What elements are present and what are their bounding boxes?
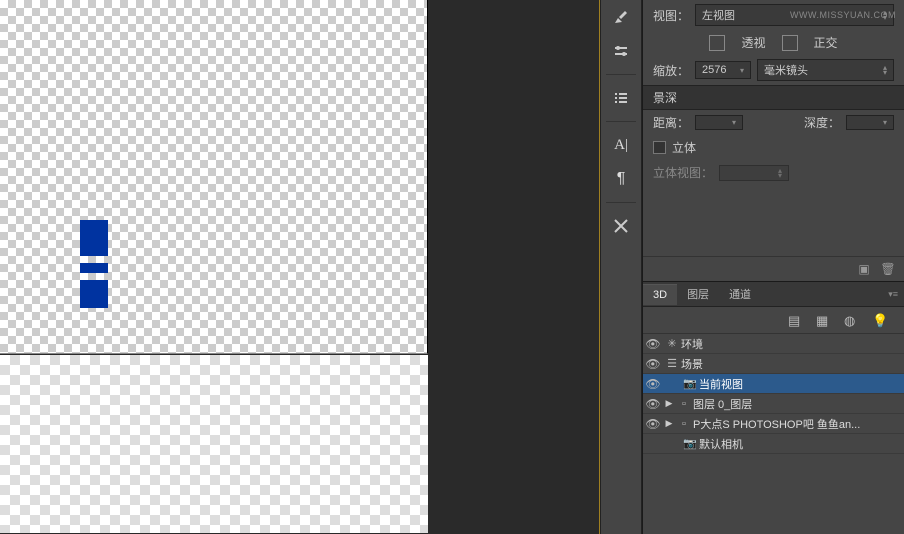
blue-block-3 bbox=[80, 280, 108, 308]
depth-label: 深度： bbox=[804, 114, 840, 131]
tree-label: 默认相机 bbox=[699, 436, 743, 452]
perspective-cube-icon[interactable] bbox=[709, 35, 725, 51]
caret-down-icon: ▾ bbox=[732, 118, 736, 127]
filter-light-icon[interactable]: 💡 bbox=[872, 313, 886, 327]
render-icon[interactable]: ▣ bbox=[856, 261, 872, 277]
tree-row-layer0[interactable]: 👁 ▶ ▫ 图层 0_图层 bbox=[643, 394, 904, 414]
depth-dropdown[interactable]: ▾ bbox=[846, 115, 894, 130]
tree-label: P大点S PHOTOSHOP吧 鱼鱼an... bbox=[693, 416, 860, 432]
lens-dropdown[interactable]: 毫米镜头 ▴▾ bbox=[757, 59, 894, 81]
tree-row-environment[interactable]: 👁 ✳ 环境 bbox=[643, 334, 904, 354]
stereo-checkbox[interactable] bbox=[653, 141, 666, 154]
tree-row-pbig[interactable]: 👁 ▶ ▫ P大点S PHOTOSHOP吧 鱼鱼an... bbox=[643, 414, 904, 434]
tools-crossed-icon[interactable] bbox=[605, 213, 637, 239]
ortho-cube-icon[interactable] bbox=[782, 35, 798, 51]
paragraph-panel-icon[interactable]: ¶ bbox=[605, 166, 637, 192]
projection-row: 透视 正交 bbox=[643, 30, 904, 55]
properties-panel: WWW.MISSYUAN.COM 视图： 左视图 ▴▾ 透视 正交 缩放： 25… bbox=[643, 0, 904, 282]
visibility-eye-icon[interactable]: 👁 bbox=[643, 357, 663, 371]
vertical-toolbar: A| ¶ bbox=[600, 0, 642, 534]
tab-channels[interactable]: 通道 bbox=[719, 282, 761, 306]
camera-icon: 📷 bbox=[681, 437, 699, 450]
zoom-label: 缩放： bbox=[653, 62, 689, 79]
visibility-eye-icon[interactable]: 👁 bbox=[643, 377, 663, 391]
filter-mesh-icon[interactable]: ▦ bbox=[816, 313, 830, 327]
perspective-label: 透视 bbox=[741, 34, 765, 51]
panel-tabs: 3D 图层 通道 ▾≡ bbox=[643, 282, 904, 307]
stereo-view-label: 立体视图： bbox=[653, 164, 713, 181]
view-value: 左视图 bbox=[702, 7, 735, 23]
trash-icon[interactable]: 🗑 bbox=[880, 261, 896, 277]
lens-value: 毫米镜头 bbox=[764, 62, 808, 78]
layer-filter-toolbar: ▤ ▦ ◍ 💡 bbox=[643, 307, 904, 334]
view-label: 视图： bbox=[653, 7, 689, 24]
layers-3d-panel: 3D 图层 通道 ▾≡ ▤ ▦ ◍ 💡 👁 ✳ 环境 👁 ☰ 场景 👁 bbox=[643, 282, 904, 534]
filter-scene-icon[interactable]: ▤ bbox=[788, 313, 802, 327]
mesh-icon: ▫ bbox=[675, 398, 693, 410]
canvas-area[interactable] bbox=[0, 0, 600, 534]
tree-row-current-view[interactable]: 👁 📷 当前视图 bbox=[643, 374, 904, 394]
panel-menu-icon[interactable]: ▾≡ bbox=[882, 289, 904, 300]
environment-icon: ✳ bbox=[663, 337, 681, 350]
blue-block-2 bbox=[80, 263, 108, 273]
tab-3d[interactable]: 3D bbox=[643, 284, 677, 305]
brush-tool-icon[interactable] bbox=[605, 4, 637, 30]
distance-label: 距离： bbox=[653, 114, 689, 131]
visibility-eye-icon[interactable]: 👁 bbox=[643, 397, 663, 411]
canvas-upper-doc[interactable] bbox=[0, 0, 428, 354]
props-footer: ▣ 🗑 bbox=[643, 256, 904, 281]
stereo-check-label: 立体 bbox=[672, 139, 696, 156]
scene-tree: 👁 ✳ 环境 👁 ☰ 场景 👁 📷 当前视图 👁 ▶ ▫ 图层 0_图层 bbox=[643, 334, 904, 534]
stereo-view-row: 立体视图： ▴▾ bbox=[643, 160, 904, 185]
caret-down-icon: ▾ bbox=[883, 118, 887, 127]
adjust-tool-icon[interactable] bbox=[605, 38, 637, 64]
visibility-eye-icon[interactable]: 👁 bbox=[643, 417, 663, 431]
caret-updown-icon: ▴▾ bbox=[778, 168, 782, 178]
zoom-row: 缩放： 2576 ▾ 毫米镜头 ▴▾ bbox=[643, 55, 904, 85]
tree-label: 场景 bbox=[681, 356, 703, 372]
tree-row-scene[interactable]: 👁 ☰ 场景 bbox=[643, 354, 904, 374]
canvas-lower-doc[interactable] bbox=[0, 355, 428, 533]
disclosure-arrow-icon[interactable]: ▶ bbox=[663, 418, 675, 429]
caret-down-icon: ▾ bbox=[740, 66, 744, 75]
visibility-eye-icon[interactable]: 👁 bbox=[643, 337, 663, 351]
mesh-icon: ▫ bbox=[675, 418, 693, 430]
dof-row: 距离： ▾ 深度： ▾ bbox=[643, 110, 904, 135]
disclosure-arrow-icon[interactable]: ▶ bbox=[663, 398, 675, 409]
camera-icon: 📷 bbox=[681, 377, 699, 390]
filter-material-icon[interactable]: ◍ bbox=[844, 313, 858, 327]
blue-block-1 bbox=[80, 220, 108, 256]
right-panels: WWW.MISSYUAN.COM 视图： 左视图 ▴▾ 透视 正交 缩放： 25… bbox=[642, 0, 904, 534]
tree-row-default-camera[interactable]: 📷 默认相机 bbox=[643, 434, 904, 454]
distance-dropdown[interactable]: ▾ bbox=[695, 115, 743, 130]
zoom-value: 2576 bbox=[702, 64, 726, 76]
tree-label: 环境 bbox=[681, 336, 703, 352]
ortho-label: 正交 bbox=[814, 34, 838, 51]
watermark-text: WWW.MISSYUAN.COM bbox=[790, 10, 896, 20]
stereo-check-row: 立体 bbox=[643, 135, 904, 160]
tab-layers[interactable]: 图层 bbox=[677, 282, 719, 306]
dof-header: 景深 bbox=[643, 85, 904, 110]
scene-icon: ☰ bbox=[663, 357, 681, 370]
list-tool-icon[interactable] bbox=[605, 85, 637, 111]
character-panel-icon[interactable]: A| bbox=[605, 132, 637, 158]
zoom-dropdown[interactable]: 2576 ▾ bbox=[695, 61, 751, 79]
stereo-view-dropdown[interactable]: ▴▾ bbox=[719, 165, 789, 181]
tree-label: 图层 0_图层 bbox=[693, 396, 752, 412]
tree-label: 当前视图 bbox=[699, 376, 743, 392]
caret-updown-icon: ▴▾ bbox=[883, 65, 887, 75]
